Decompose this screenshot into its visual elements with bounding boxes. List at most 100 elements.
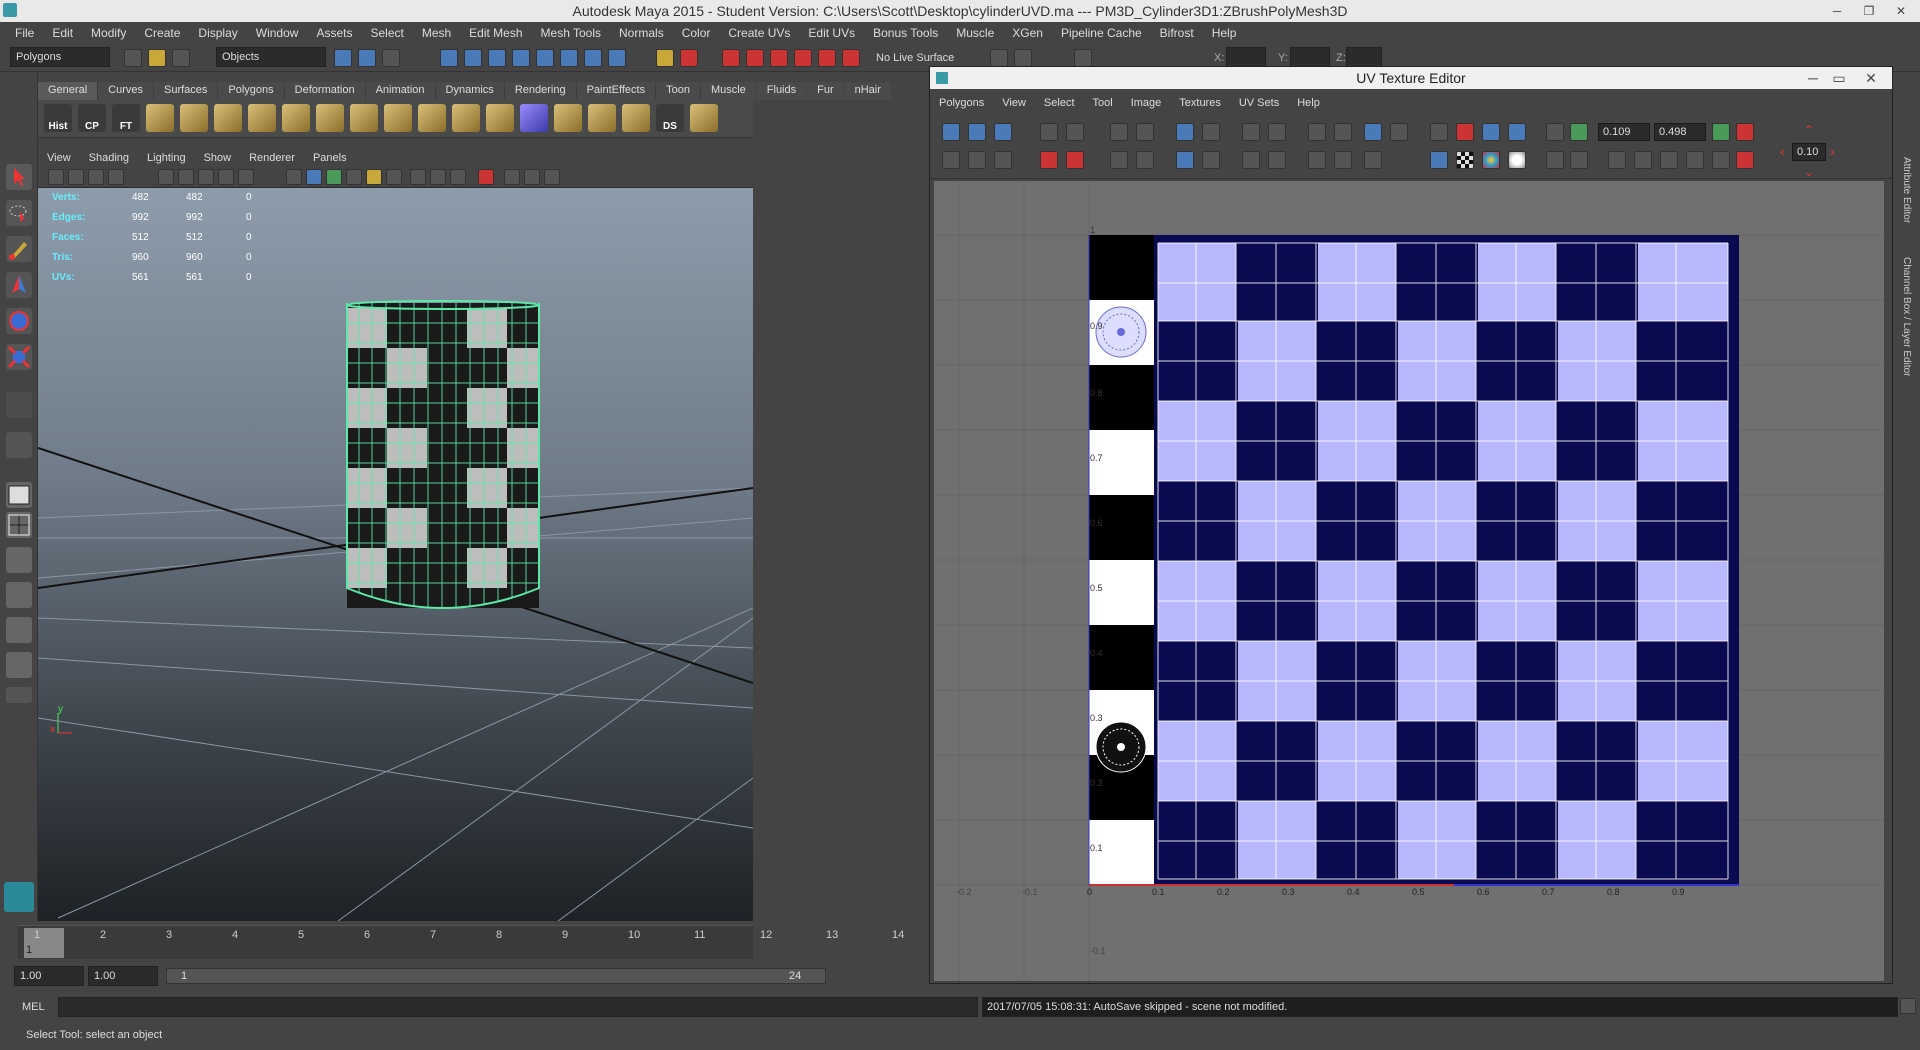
shelf-ds-button[interactable]: DS xyxy=(656,104,684,132)
shelf-tab-surfaces[interactable]: Surfaces xyxy=(153,82,218,100)
shelf-tool-icon[interactable] xyxy=(588,104,616,132)
z-field[interactable] xyxy=(1346,47,1382,67)
uv-menu-view[interactable]: View xyxy=(993,95,1035,113)
uv-menu-select[interactable]: Select xyxy=(1035,95,1084,113)
shelf-tab-animation[interactable]: Animation xyxy=(365,82,435,100)
uv-pixel-snap-icon[interactable] xyxy=(1456,123,1474,141)
command-input[interactable] xyxy=(58,997,978,1017)
attribute-editor-tab[interactable]: Attribute Editor xyxy=(1901,157,1912,223)
uv-menu-textures[interactable]: Textures xyxy=(1170,95,1230,113)
snap-view-plane-icon[interactable] xyxy=(512,49,530,67)
uv-close-button[interactable]: ✕ xyxy=(1856,67,1886,89)
selection-mode-dropdown[interactable]: Objects xyxy=(216,47,326,67)
open-scene-icon[interactable] xyxy=(148,49,166,67)
menu-help[interactable]: Help xyxy=(1203,26,1246,40)
menuset-dropdown[interactable]: Polygons xyxy=(10,47,110,67)
camera-attr-icon[interactable] xyxy=(68,169,84,185)
gate-mask-icon[interactable] xyxy=(218,169,234,185)
select-by-hierarchy-icon[interactable] xyxy=(334,49,352,67)
resolution-gate-icon[interactable] xyxy=(198,169,214,185)
menu-pipeline-cache[interactable]: Pipeline Cache xyxy=(1052,26,1151,40)
aa-icon[interactable] xyxy=(450,169,466,185)
menu-select[interactable]: Select xyxy=(361,26,412,40)
help-icon[interactable] xyxy=(608,49,626,67)
wireframe-icon[interactable] xyxy=(286,169,302,185)
shelf-tab-curves[interactable]: Curves xyxy=(98,82,153,100)
uv-menu-image[interactable]: Image xyxy=(1122,95,1171,113)
shelf-ft-button[interactable]: FT xyxy=(112,104,140,132)
uv-shaded-icon[interactable] xyxy=(1482,123,1500,141)
shelf-hist-button[interactable]: Hist xyxy=(44,104,72,132)
uv-menu-polygons[interactable]: Polygons xyxy=(930,95,993,113)
uv-grid-display-icon[interactable] xyxy=(1430,123,1448,141)
uv-grid-icon[interactable] xyxy=(1308,123,1326,141)
motion-blur-icon[interactable] xyxy=(430,169,446,185)
uv-v-value-field[interactable]: 0.498 xyxy=(1654,123,1706,141)
playback-start-field[interactable]: 1.00 xyxy=(88,966,158,986)
uv-snap-icon[interactable] xyxy=(1202,151,1220,169)
menu-color[interactable]: Color xyxy=(673,26,720,40)
viewport-menu-lighting[interactable]: Lighting xyxy=(138,150,195,168)
uv-cut-icon[interactable] xyxy=(1110,123,1128,141)
uv-flip-u-icon[interactable] xyxy=(1040,123,1058,141)
current-frame-marker[interactable]: 1 xyxy=(24,928,64,958)
shelf-cp-button[interactable]: CP xyxy=(78,104,106,132)
camera-select-icon[interactable] xyxy=(48,169,64,185)
minimize-button[interactable]: ─ xyxy=(1822,0,1852,22)
range-slider-track[interactable]: 1 24 xyxy=(166,968,826,984)
uv-step-field[interactable]: 0.10 xyxy=(1792,143,1826,161)
xray-icon[interactable] xyxy=(504,169,520,185)
shadows-icon[interactable] xyxy=(386,169,402,185)
input-ops-icon[interactable] xyxy=(680,49,698,67)
menu-edit-uvs[interactable]: Edit UVs xyxy=(799,26,864,40)
grid-toggle-icon[interactable] xyxy=(158,169,174,185)
render-settings-icon[interactable] xyxy=(770,49,788,67)
hypershade-icon[interactable] xyxy=(794,49,812,67)
shelf-tool-icon[interactable] xyxy=(554,104,582,132)
share-icon[interactable] xyxy=(544,169,560,185)
viewport-menu-show[interactable]: Show xyxy=(195,150,241,168)
transform-mode-icon[interactable] xyxy=(1074,49,1092,67)
uv-step-up-icon[interactable]: ⌃ xyxy=(1804,123,1814,137)
menu-display[interactable]: Display xyxy=(189,26,246,40)
uv-menu-tool[interactable]: Tool xyxy=(1084,95,1122,113)
uv-merge-icon[interactable] xyxy=(1136,151,1154,169)
snap-point-icon[interactable] xyxy=(488,49,506,67)
uv-select-border-icon[interactable] xyxy=(1334,151,1352,169)
uv-menu-help[interactable]: Help xyxy=(1288,95,1329,113)
menu-assets[interactable]: Assets xyxy=(307,26,361,40)
uv-align-max-u-icon[interactable] xyxy=(1268,123,1286,141)
uv-select-shell-icon[interactable] xyxy=(1308,151,1326,169)
uv-layout-icon[interactable] xyxy=(1202,123,1220,141)
script-editor-icon[interactable] xyxy=(1900,998,1916,1014)
shelf-tool-icon[interactable] xyxy=(316,104,344,132)
uv-minimize-button[interactable]: ─ xyxy=(1800,67,1826,89)
shelf-tab-painteffects[interactable]: PaintEffects xyxy=(576,82,656,100)
shelf-tool-icon[interactable] xyxy=(690,104,718,132)
snap-ortho-icon[interactable] xyxy=(560,49,578,67)
render-current-icon[interactable] xyxy=(722,49,740,67)
shelf-tab-fur[interactable]: Fur xyxy=(807,82,844,100)
y-field[interactable] xyxy=(1290,47,1330,67)
uv-smudge-icon[interactable] xyxy=(968,151,986,169)
uv-rotate-ccw-icon[interactable] xyxy=(1040,151,1058,169)
menu-file[interactable]: File xyxy=(6,26,43,40)
uv-rgb-icon[interactable] xyxy=(1570,123,1588,141)
uv-maximize-button[interactable]: ▭ xyxy=(1826,67,1852,89)
viewport-menu-panels[interactable]: Panels xyxy=(304,150,356,168)
render-view-icon[interactable] xyxy=(818,49,836,67)
menu-normals[interactable]: Normals xyxy=(610,26,673,40)
uv-select-icon[interactable] xyxy=(942,123,960,141)
uv-relative-icon[interactable] xyxy=(1736,123,1754,141)
smooth-shade-icon[interactable] xyxy=(306,169,322,185)
uv-alpha-channel-icon[interactable] xyxy=(1508,151,1526,169)
menu-create-uvs[interactable]: Create UVs xyxy=(719,26,799,40)
uv-image-display-icon[interactable] xyxy=(1364,123,1382,141)
menu-modify[interactable]: Modify xyxy=(82,26,135,40)
uv-step-right-icon[interactable]: › xyxy=(1830,143,1835,159)
show-manipulator-icon[interactable] xyxy=(6,432,32,458)
uv-display-image-icon[interactable] xyxy=(1546,123,1564,141)
menu-edit-mesh[interactable]: Edit Mesh xyxy=(460,26,531,40)
uv-grid-snap-icon[interactable] xyxy=(1334,123,1352,141)
scale-tool-icon[interactable] xyxy=(6,344,32,370)
